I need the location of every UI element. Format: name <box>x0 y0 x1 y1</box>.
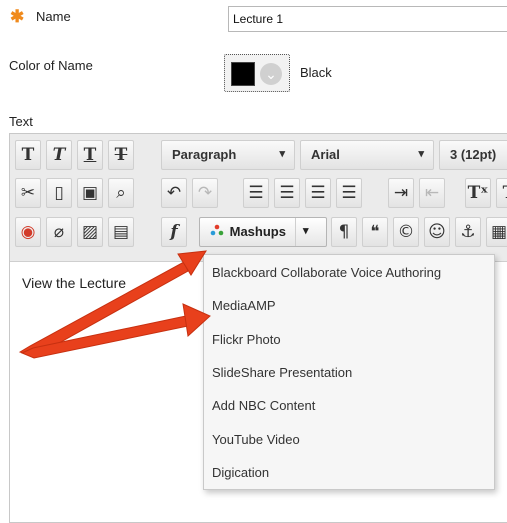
cut-icon[interactable]: ✂ <box>15 178 41 208</box>
indent-icon[interactable]: ⇥ <box>388 178 414 208</box>
editor-toolbar: T T T T Paragraph ▾ Arial ▾ 3 (12pt) ✂ ▯… <box>10 134 507 262</box>
image-icon[interactable]: ▨ <box>77 217 103 247</box>
color-label: Color of Name <box>9 58 93 73</box>
menu-item-digication[interactable]: Digication <box>212 465 269 480</box>
color-value: Black <box>300 65 332 80</box>
table-icon[interactable]: ▦ <box>486 217 507 247</box>
copyright-icon[interactable]: © <box>393 217 419 247</box>
mashups-button[interactable]: Mashups ▾ <box>199 217 327 247</box>
justify-icon[interactable]: ☰ <box>336 178 362 208</box>
editor-content[interactable]: View the Lecture <box>22 275 126 291</box>
superscript-icon[interactable]: Tˣ <box>465 178 491 208</box>
mashups-separator <box>295 218 296 246</box>
size-value: 3 (12pt) <box>450 147 497 162</box>
color-picker[interactable]: ⌄ <box>224 54 290 92</box>
name-label: Name <box>36 9 71 24</box>
blockquote-icon[interactable]: ❝ <box>362 217 388 247</box>
anchor-icon[interactable]: ⚓ <box>455 217 481 247</box>
name-input[interactable]: Lecture 1 <box>228 6 507 32</box>
redo-icon[interactable]: ↷ <box>192 178 218 208</box>
mashups-menu: Blackboard Collaborate Voice Authoring M… <box>203 254 495 490</box>
record-icon[interactable]: ◉ <box>15 217 41 247</box>
paste-icon[interactable]: ▣ <box>77 178 103 208</box>
underline-button[interactable]: T <box>77 140 103 170</box>
align-left-icon[interactable]: ☰ <box>243 178 269 208</box>
outdent-icon[interactable]: ⇤ <box>419 178 445 208</box>
menu-item-collaborate-voice[interactable]: Blackboard Collaborate Voice Authoring <box>212 265 441 280</box>
align-right-icon[interactable]: ☰ <box>305 178 331 208</box>
bold-button[interactable]: T <box>15 140 41 170</box>
pilcrow-icon[interactable]: ¶ <box>331 217 357 247</box>
text-label: Text <box>9 114 33 129</box>
font-value: Arial <box>311 147 340 162</box>
copy-icon[interactable]: ▯ <box>46 178 72 208</box>
caret-down-icon[interactable]: ▾ <box>303 224 309 237</box>
menu-item-mediaamp[interactable]: MediaAMP <box>212 298 276 313</box>
strikethrough-button[interactable]: T <box>108 140 134 170</box>
italic-button[interactable]: T <box>46 140 72 170</box>
menu-item-youtube[interactable]: YouTube Video <box>212 432 300 447</box>
align-center-icon[interactable]: ☰ <box>274 178 300 208</box>
paragraph-dropdown[interactable]: Paragraph ▾ <box>161 140 295 170</box>
menu-item-nbc[interactable]: Add NBC Content <box>212 398 315 413</box>
required-asterisk-icon: ✱ <box>10 7 25 26</box>
paragraph-value: Paragraph <box>172 147 237 162</box>
emoticon-icon[interactable]: ☺ <box>424 217 450 247</box>
menu-item-flickr[interactable]: Flickr Photo <box>212 332 281 347</box>
menu-item-slideshare[interactable]: SlideShare Presentation <box>212 365 352 380</box>
caret-down-icon: ▾ <box>279 148 285 160</box>
mashups-label: Mashups <box>229 224 286 239</box>
caret-down-icon: ▾ <box>418 148 424 160</box>
media-icon[interactable]: ▤ <box>108 217 134 247</box>
attach-icon[interactable]: ⌀ <box>46 217 72 247</box>
size-dropdown[interactable]: 3 (12pt) <box>439 140 507 170</box>
color-swatch <box>231 62 255 86</box>
formula-icon[interactable]: f <box>161 217 187 247</box>
chevron-down-icon[interactable]: ⌄ <box>260 63 282 85</box>
undo-icon[interactable]: ↶ <box>161 178 187 208</box>
font-dropdown[interactable]: Arial ▾ <box>300 140 434 170</box>
subscript-icon[interactable]: T <box>496 178 507 208</box>
find-icon[interactable]: ⌕ <box>108 178 134 208</box>
mashups-logo-icon <box>210 224 224 236</box>
